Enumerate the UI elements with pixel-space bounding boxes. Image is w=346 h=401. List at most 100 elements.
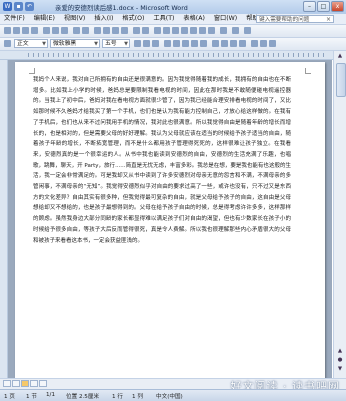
italic-icon[interactable]: [143, 40, 150, 47]
menu-table[interactable]: 表格(A): [183, 15, 204, 23]
status-pages: 1/1: [46, 392, 56, 398]
outline-view-icon[interactable]: [30, 380, 38, 387]
save-toolbar-icon[interactable]: [22, 27, 29, 34]
margin-corner-mark: [29, 68, 35, 74]
border-icon[interactable]: [251, 40, 258, 47]
bullets-icon[interactable]: [221, 40, 228, 47]
document-page[interactable]: 我妈个人来说，我对自己所拥有的自由还是很满意的。因为我觉得随着我的成长，我拥有的…: [15, 62, 325, 378]
spelling-icon[interactable]: [73, 27, 80, 34]
style-dropdown[interactable]: 正文 ▼: [14, 39, 48, 48]
decrease-indent-icon[interactable]: [230, 40, 237, 47]
new-document-icon[interactable]: [4, 27, 11, 34]
menu-edit[interactable]: 编辑(E): [34, 15, 55, 23]
word-app-icon[interactable]: W: [3, 2, 12, 11]
hyperlink-icon[interactable]: [154, 27, 161, 34]
font-color-icon[interactable]: [269, 40, 276, 47]
research-icon[interactable]: [82, 27, 89, 34]
line-spacing-icon[interactable]: [200, 40, 207, 47]
zoom-icon[interactable]: [220, 27, 227, 34]
menu-format[interactable]: 格式(O): [122, 15, 144, 23]
ruler-ticks: [28, 53, 324, 57]
redo-icon[interactable]: [142, 27, 149, 34]
chevron-down-icon: ▼: [124, 41, 128, 47]
help-search-input[interactable]: 键入需要帮助的问题 ×: [256, 15, 334, 23]
font-value: 微软雅黑: [53, 41, 77, 47]
menu-tools[interactable]: 工具(T): [153, 15, 174, 23]
document-workspace: 我妈个人来说，我对自己所拥有的自由还是很满意的。因为我觉得随着我的成长，我拥有的…: [8, 60, 332, 378]
vertical-ruler[interactable]: [0, 60, 8, 378]
normal-view-icon[interactable]: [3, 380, 11, 387]
email-icon[interactable]: [43, 27, 50, 34]
menu-insert[interactable]: 插入(I): [94, 15, 113, 23]
bold-icon[interactable]: [134, 40, 141, 47]
menu-window[interactable]: 窗口(W): [214, 15, 237, 23]
status-language: 中文(中国): [156, 394, 183, 400]
columns-icon[interactable]: [181, 27, 188, 34]
print-layout-icon[interactable]: [21, 380, 29, 387]
menu-view[interactable]: 视图(V): [64, 15, 85, 23]
window-title: 亲爱的安德烈读后感1.docx - Microsoft Word: [55, 4, 188, 12]
permission-icon[interactable]: [31, 27, 38, 34]
save-icon[interactable]: ▪: [14, 2, 23, 11]
close-button[interactable]: x: [331, 1, 344, 12]
align-left-icon[interactable]: [164, 40, 171, 47]
status-position: 位置 2.5厘米: [66, 394, 100, 400]
close-doc-icon[interactable]: ×: [326, 16, 331, 24]
status-line: 1 行: [112, 394, 123, 400]
align-right-icon[interactable]: [182, 40, 189, 47]
status-section: 1 节: [26, 394, 37, 400]
highlight-icon[interactable]: [260, 40, 267, 47]
print-preview-icon[interactable]: [61, 27, 68, 34]
title-bar: W ▪ ↶ 亲爱的安德烈读后感1.docx - Microsoft Word –…: [0, 0, 346, 15]
tables-icon[interactable]: [163, 27, 170, 34]
increase-indent-icon[interactable]: [239, 40, 246, 47]
reading-layout-icon[interactable]: [39, 380, 47, 387]
next-page-icon[interactable]: ▼: [335, 365, 345, 374]
print-icon[interactable]: [52, 27, 59, 34]
margin-corner-mark: [305, 68, 311, 74]
numbering-icon[interactable]: [212, 40, 219, 47]
status-page: 1 页: [4, 394, 15, 400]
scroll-thumb[interactable]: [336, 63, 346, 97]
chevron-down-icon: ▼: [94, 41, 98, 47]
undo-toolbar-icon[interactable]: [133, 27, 140, 34]
menu-file[interactable]: 文件(F): [4, 15, 25, 23]
undo-icon[interactable]: ↶: [25, 2, 34, 11]
copy-icon[interactable]: [103, 27, 110, 34]
justify-icon[interactable]: [191, 40, 198, 47]
minimize-button[interactable]: –: [303, 1, 316, 12]
doc-map-icon[interactable]: [199, 27, 206, 34]
menu-bar: 文件(F) 编辑(E) 视图(V) 插入(I) 格式(O) 工具(T) 表格(A…: [0, 14, 346, 25]
browse-object-icon[interactable]: ●: [335, 356, 345, 365]
quick-access-icons: W ▪ ↶: [3, 2, 34, 11]
help-search-placeholder: 键入需要帮助的问题: [259, 17, 310, 23]
horizontal-ruler[interactable]: [0, 51, 346, 60]
help-toolbar-icon[interactable]: [232, 27, 239, 34]
underline-icon[interactable]: [152, 40, 159, 47]
web-layout-icon[interactable]: [12, 380, 20, 387]
status-bar: 1 页 1 节 1/1 位置 2.5厘米 1 行 1 列 中文(中国): [0, 389, 346, 401]
paste-icon[interactable]: [112, 27, 119, 34]
standard-toolbar: [0, 25, 346, 38]
status-column: 1 列: [132, 394, 143, 400]
scroll-up-icon[interactable]: ▲: [335, 52, 345, 61]
chevron-down-icon: ▼: [42, 41, 46, 47]
font-dropdown[interactable]: 微软雅黑 ▼: [50, 39, 100, 48]
maximize-button[interactable]: □: [317, 1, 330, 12]
previous-page-icon[interactable]: ▲: [335, 347, 345, 356]
insert-table-icon[interactable]: [172, 27, 179, 34]
show-hide-icon[interactable]: [208, 27, 215, 34]
open-icon[interactable]: [13, 27, 20, 34]
font-size-value: 五号: [105, 41, 117, 47]
read-mode-icon[interactable]: [244, 27, 251, 34]
style-value: 正文: [17, 41, 29, 47]
drawing-icon[interactable]: [190, 27, 197, 34]
cut-icon[interactable]: [94, 27, 101, 34]
styles-pane-icon[interactable]: [4, 40, 11, 47]
formatting-toolbar: 正文 ▼ 微软雅黑 ▼ 五号 ▼: [0, 38, 346, 51]
align-center-icon[interactable]: [173, 40, 180, 47]
format-painter-icon[interactable]: [121, 27, 128, 34]
vertical-scrollbar[interactable]: ▲ ▲ ● ▼: [333, 51, 346, 378]
document-body-text[interactable]: 我妈个人来说，我对自己所拥有的自由还是很满意的。因为我觉得随着我的成长，我拥有的…: [33, 75, 291, 246]
font-size-dropdown[interactable]: 五号 ▼: [102, 39, 130, 48]
